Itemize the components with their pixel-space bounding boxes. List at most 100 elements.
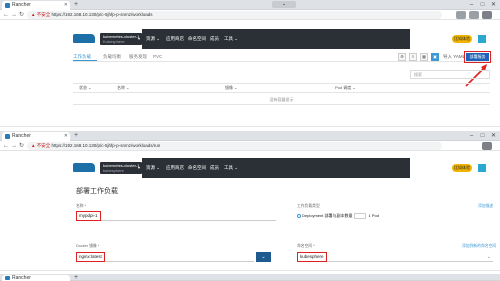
- add-description-link[interactable]: 添加描述: [478, 204, 493, 209]
- forward-icon[interactable]: →: [11, 10, 17, 20]
- workload-type-field[interactable]: Deployment 部署与副本数量 1 Pod: [297, 211, 447, 221]
- close-window-icon[interactable]: ✕: [488, 131, 499, 141]
- pod-count: 1: [368, 213, 371, 218]
- reload-icon[interactable]: ↻: [19, 10, 24, 20]
- rancher-logo-icon[interactable]: [73, 163, 95, 172]
- browser-tab[interactable]: Rancher: [2, 275, 70, 281]
- url-field[interactable]: ▲ 不安全 https://192.168.10.130/p/c-5jhfp-p…: [27, 11, 442, 19]
- avatar[interactable]: [477, 163, 487, 173]
- tab-divider: [73, 61, 493, 62]
- nav-namespaces[interactable]: 命名空间: [188, 158, 206, 178]
- radio-deployment[interactable]: [297, 213, 301, 218]
- address-bar-row-2: ← → ↻ ▲ 不安全 https://192.168.10.130/p/c-5…: [0, 141, 500, 151]
- new-tab-button[interactable]: +: [74, 131, 78, 141]
- image-field[interactable]: nginx:latest: [76, 252, 254, 262]
- nav-app-store[interactable]: 应用商店: [166, 158, 184, 178]
- nav-namespaces[interactable]: 命名空间: [188, 29, 206, 49]
- nav-members[interactable]: 成员: [210, 158, 219, 178]
- col-name[interactable]: 名称 ⌄: [117, 84, 129, 91]
- tab-pvc[interactable]: PVC: [153, 54, 162, 60]
- name-label: 名称 *: [76, 204, 87, 208]
- cluster-project-switcher[interactable]: kubernetes-cluster-1 Kubesphere ▾: [100, 33, 142, 45]
- translate-icon[interactable]: [469, 11, 479, 19]
- tab-service-discovery[interactable]: 服务发现: [129, 54, 147, 60]
- project-name: Kubesphere: [103, 39, 125, 44]
- insecure-warning-icon: ▲: [31, 143, 36, 148]
- new-tab-button[interactable]: +: [74, 0, 78, 10]
- add-namespace-link[interactable]: 添加到新的命名空间: [462, 244, 496, 249]
- namespace-value: kubesphere: [297, 252, 327, 262]
- nav-resources[interactable]: 资源 ⌄: [146, 29, 160, 49]
- back-icon[interactable]: ←: [3, 10, 9, 20]
- browser-tab[interactable]: Rancher ✕: [2, 132, 70, 141]
- nav-tools[interactable]: 工具 ⌄: [224, 158, 238, 178]
- name-field[interactable]: mypdpi-1: [76, 211, 276, 221]
- browser-tab-strip: Rancher ✕ + ⌄ – □ ✕: [0, 0, 500, 10]
- minimize-icon[interactable]: –: [466, 131, 477, 141]
- col-status[interactable]: 状态 ⌄: [79, 84, 91, 91]
- top-nav: 资源 ⌄ 应用商店 命名空间 成员 工具 ⌄: [142, 158, 410, 178]
- top-nav: 资源 ⌄ 应用商店 命名空间 成员 工具 ⌄: [142, 29, 410, 49]
- close-window-icon[interactable]: ✕: [488, 0, 499, 10]
- url-field[interactable]: ▲ 不安全 https://192.168.10.130/p/c-5jhfp-p…: [27, 142, 442, 150]
- close-tab-icon[interactable]: ✕: [64, 132, 68, 141]
- browser-tab-strip-3: Rancher +: [0, 274, 500, 281]
- minimize-icon[interactable]: –: [466, 0, 477, 10]
- cluster-project-switcher[interactable]: kubernetes-cluster-1 kubesphere ▾: [100, 162, 142, 174]
- avatar[interactable]: [477, 34, 487, 44]
- screenshot-divider-2: [0, 270, 500, 271]
- nav-app-store[interactable]: 应用商店: [166, 29, 184, 49]
- group-view-icon[interactable]: ▣: [431, 53, 439, 61]
- maximize-icon[interactable]: □: [477, 131, 488, 141]
- forward-icon[interactable]: →: [11, 141, 17, 151]
- tab-search-chevron-icon[interactable]: ⌄: [272, 1, 296, 8]
- trial-pill[interactable]: 比如体验: [452, 35, 472, 43]
- rancher-header-2: kubernetes-cluster-1 kubesphere ▾ 资源 ⌄ 应…: [0, 158, 500, 178]
- screenshot-divider: [0, 126, 500, 127]
- col-pod[interactable]: Pod 调度 ⌄: [335, 84, 356, 91]
- profile-icon[interactable]: [482, 11, 492, 19]
- grid-view-icon[interactable]: ▦: [420, 53, 428, 61]
- table-header: 状态 ⌄ 名称 ⌄ 镜像 ⌄ Pod 调度 ⌄: [73, 84, 490, 91]
- gear-icon[interactable]: ⚙: [398, 53, 406, 61]
- browser-tab-strip-2: Rancher ✕ + – □ ✕: [0, 131, 500, 141]
- search-input[interactable]: 搜索: [410, 70, 490, 79]
- nav-tools[interactable]: 工具 ⌄: [224, 29, 238, 49]
- url-text: https://192.168.10.130/p/c-5jhfp-p-snmz/…: [51, 12, 153, 17]
- nav-members[interactable]: 成员: [210, 29, 219, 49]
- chevron-down-icon: ▾: [137, 36, 140, 41]
- list-view-icon[interactable]: ≡: [409, 53, 417, 61]
- tab-load-balancing[interactable]: 负载均衡: [103, 54, 121, 60]
- address-bar-row: ← → ↻ ▲ 不安全 https://192.168.10.130/p/c-5…: [0, 10, 500, 20]
- workload-type-text: Deployment 部署与副本数量: [302, 213, 353, 218]
- empty-state: 没有容器显示: [269, 97, 294, 102]
- reload-icon[interactable]: ↻: [19, 141, 24, 151]
- tab-title: Rancher: [12, 133, 31, 139]
- back-icon[interactable]: ←: [3, 141, 9, 151]
- url-text: https://192.168.10.130/p/c-5jhfp-p-snmz/…: [51, 143, 161, 148]
- new-tab-button[interactable]: +: [74, 274, 78, 281]
- tab-title: Rancher: [12, 275, 31, 281]
- insecure-warning-icon: ▲: [31, 12, 36, 17]
- pod-count-stepper[interactable]: [354, 212, 367, 219]
- page-title: 部署工作负载: [76, 188, 118, 195]
- chevron-down-icon: ⌄: [486, 254, 491, 260]
- profile-icon[interactable]: [482, 142, 492, 150]
- rancher-favicon-icon: [5, 134, 10, 139]
- import-yaml-button[interactable]: 导入 YAML: [443, 53, 465, 61]
- rancher-logo-icon[interactable]: [73, 34, 95, 43]
- table-bottom-border: [73, 104, 490, 105]
- project-name: kubesphere: [103, 168, 124, 173]
- extension-icon[interactable]: [456, 11, 466, 19]
- deploy-button[interactable]: 部署服务: [464, 51, 491, 63]
- rancher-header: kubernetes-cluster-1 Kubesphere ▾ 资源 ⌄ 应…: [0, 29, 500, 49]
- close-tab-icon[interactable]: ✕: [64, 1, 68, 10]
- maximize-icon[interactable]: □: [477, 0, 488, 10]
- namespace-label: 命名空间 *: [297, 244, 315, 248]
- trial-pill[interactable]: 比如体验: [452, 164, 472, 172]
- col-image[interactable]: 镜像 ⌄: [225, 84, 237, 91]
- nav-resources[interactable]: 资源 ⌄: [146, 158, 160, 178]
- image-search-chevron-icon[interactable]: ⌄: [256, 252, 271, 262]
- namespace-select[interactable]: kubesphere ⌄: [297, 252, 493, 262]
- browser-tab[interactable]: Rancher ✕: [2, 1, 70, 10]
